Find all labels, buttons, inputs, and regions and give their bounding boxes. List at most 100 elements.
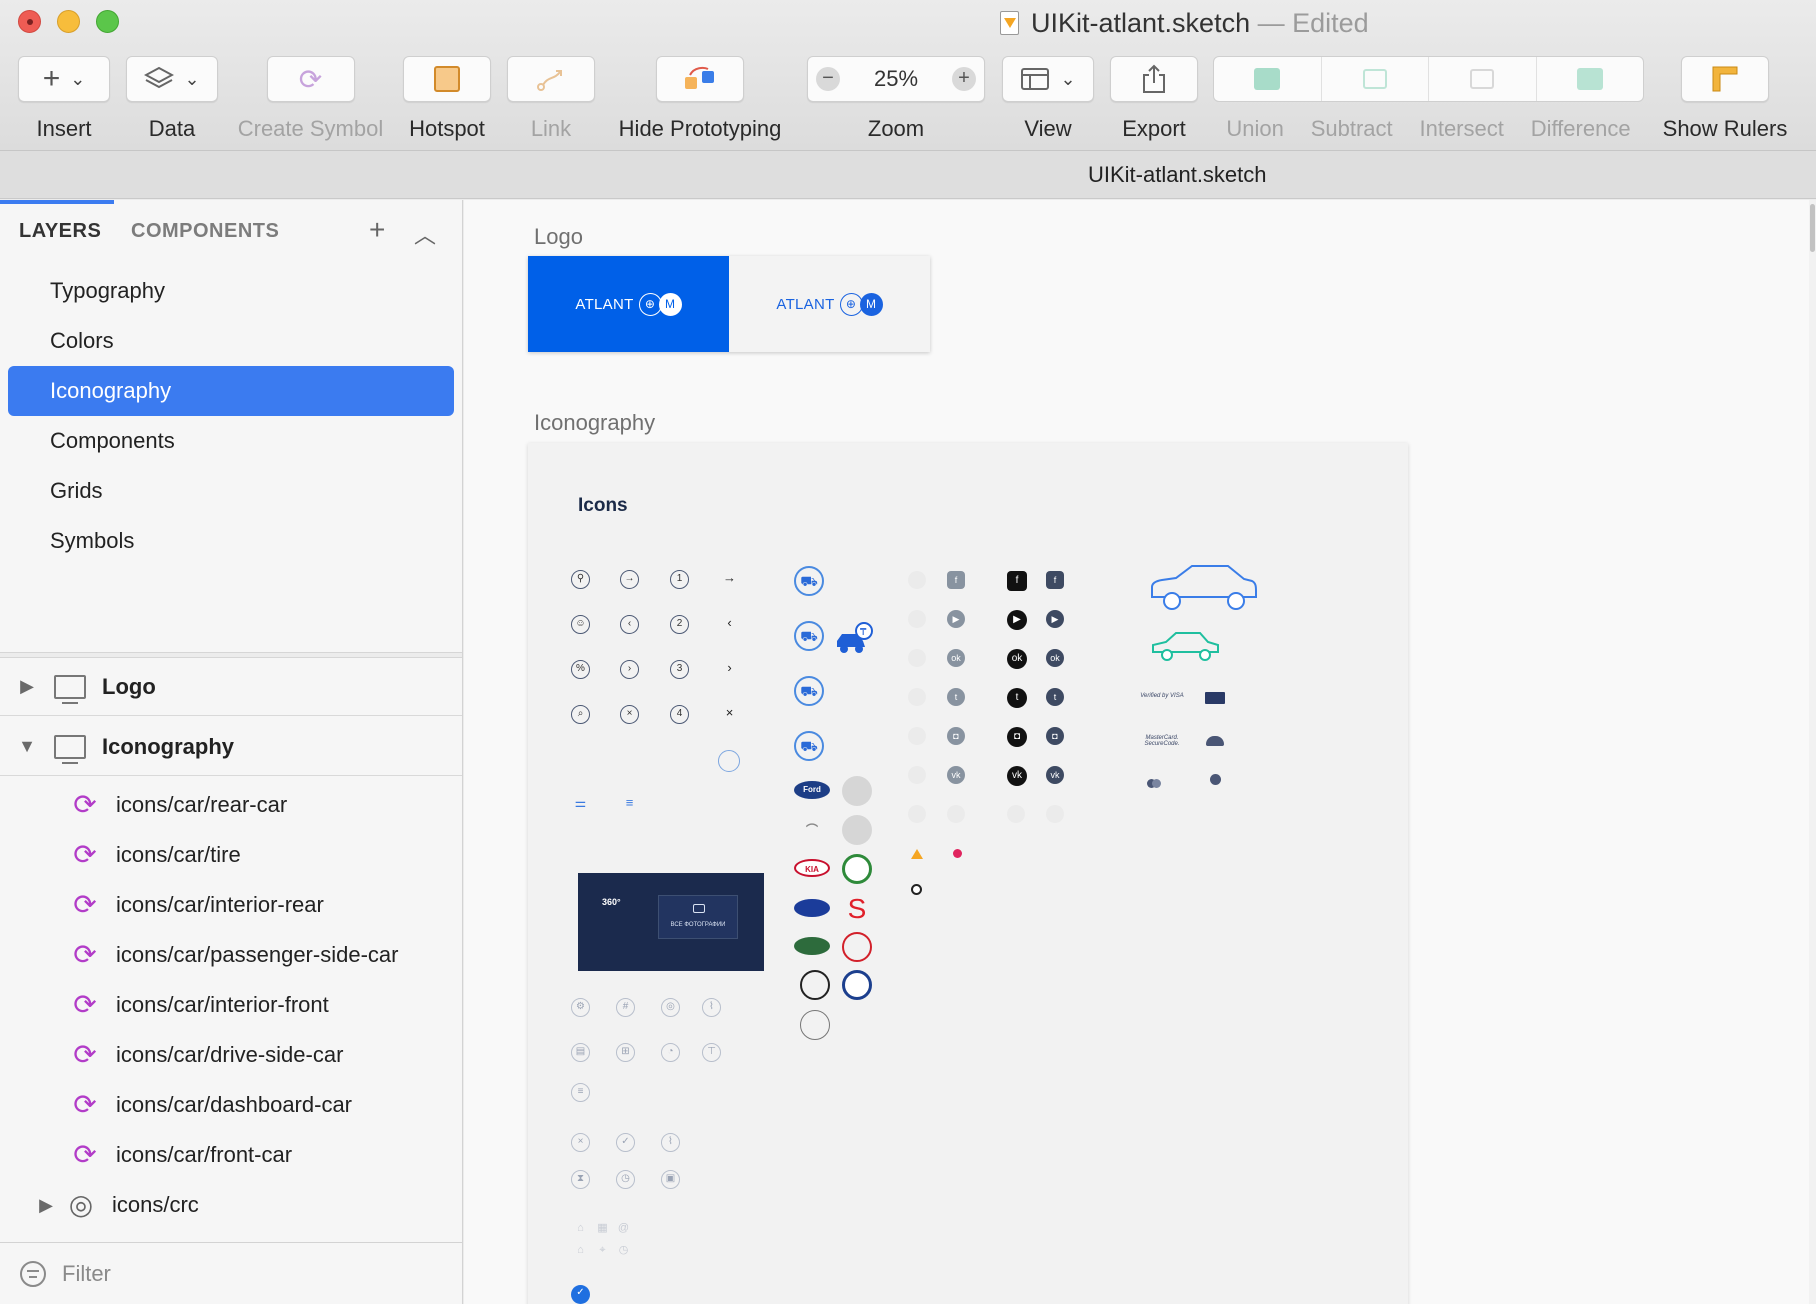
layer-row[interactable]: ⟳ icons/car/dashboard-car: [0, 1080, 462, 1130]
oil-can-icon[interactable]: ⌇: [702, 998, 721, 1017]
map-pin-icon[interactable]: ⌖: [593, 1242, 612, 1261]
vk-black-icon[interactable]: vk: [1007, 766, 1027, 786]
odnoklassniki-black-icon[interactable]: ok: [1007, 649, 1027, 669]
tab-layers[interactable]: LAYERS: [19, 220, 101, 243]
fuel-icon[interactable]: ▤: [571, 1043, 590, 1062]
layer-row[interactable]: ⟳ icons/car/interior-front: [0, 980, 462, 1030]
facebook-grey-icon[interactable]: f: [947, 571, 965, 589]
layer-row[interactable]: ⟳ icons/car/rear-car: [0, 780, 462, 830]
facebook-black-icon[interactable]: f: [1007, 571, 1027, 591]
zoom-out-icon[interactable]: −: [816, 67, 840, 91]
data-tool[interactable]: ⌄ Data: [126, 56, 218, 142]
wrench-icon[interactable]: ⚲: [571, 570, 590, 589]
document-tab-title[interactable]: UIKit-atlant.sketch: [1088, 151, 1267, 199]
design-canvas[interactable]: Logo ATLANT ⊕ M ATLANT ⊕ M Iconography Ico…: [464, 200, 1816, 1304]
layer-artboard-iconography[interactable]: ▼ Iconography: [0, 718, 462, 776]
data-button[interactable]: ⌄: [126, 56, 218, 102]
home-icon[interactable]: ⌂: [571, 1220, 590, 1239]
close-circle-icon[interactable]: ×: [620, 705, 639, 724]
hotspot-tool[interactable]: Hotspot: [403, 56, 491, 142]
logo-light-variant[interactable]: ATLANT ⊕ M: [729, 256, 930, 352]
youtube-black-icon[interactable]: ▶: [1007, 610, 1027, 630]
empty-circle-icon[interactable]: [718, 750, 740, 772]
toyota-logo[interactable]: [842, 932, 872, 962]
check-circle-icon[interactable]: ✓: [616, 1133, 635, 1152]
number-four-icon[interactable]: 4: [670, 705, 689, 724]
percent-icon[interactable]: %: [571, 660, 590, 679]
zoom-value[interactable]: 25%: [874, 66, 918, 92]
chevron-right-icon[interactable]: ›: [720, 660, 739, 679]
kia-logo[interactable]: KIA: [794, 859, 830, 877]
instagram-black-icon[interactable]: ◘: [1007, 727, 1027, 747]
show-rulers-button[interactable]: [1681, 56, 1769, 102]
create-symbol-tool[interactable]: ⟳ Create Symbol: [233, 56, 388, 142]
hide-prototyping-tool[interactable]: Hide Prototyping: [609, 56, 791, 142]
artboard-logo[interactable]: ATLANT ⊕ M ATLANT ⊕ M: [528, 256, 930, 352]
lada-logo[interactable]: [794, 899, 830, 917]
youtube-dark-icon[interactable]: ▶: [1046, 610, 1064, 628]
search-icon[interactable]: ⌕: [571, 705, 590, 724]
union-button[interactable]: [1214, 57, 1322, 101]
document-icon[interactable]: ≡: [571, 1083, 590, 1102]
artboard-label-iconography[interactable]: Iconography: [534, 410, 655, 436]
odnoklassniki-dark-icon[interactable]: ok: [1046, 649, 1064, 667]
subtract-button[interactable]: [1322, 57, 1429, 101]
mazda-logo[interactable]: [800, 1010, 830, 1040]
artboard-iconography[interactable]: Icons ⚲ ☺ % ⌕ → ‹ › × 1 2 3 4 → ‹ › × ⚌ …: [528, 443, 1408, 1304]
filter-input-placeholder[interactable]: Filter: [62, 1261, 111, 1287]
arrow-right-icon[interactable]: →: [720, 570, 739, 589]
page-item-typography[interactable]: Typography: [8, 266, 454, 316]
vk-grey-icon[interactable]: vk: [947, 766, 965, 784]
jaguar-logo[interactable]: ⌒: [794, 821, 830, 839]
cancel-circle-icon[interactable]: ×: [571, 1133, 590, 1152]
close-window-button[interactable]: [18, 10, 41, 33]
artboard-label-logo[interactable]: Logo: [534, 224, 583, 250]
hide-prototyping-button[interactable]: [656, 56, 744, 102]
brand-placeholder-circle[interactable]: [842, 815, 872, 845]
radio-selected-icon[interactable]: [911, 884, 922, 895]
canvas-scrollbar[interactable]: [1809, 200, 1816, 1304]
chevron-right-circle-icon[interactable]: ›: [620, 660, 639, 679]
land-rover-logo[interactable]: [794, 937, 830, 955]
all-photos-button[interactable]: ВСЕ ФОТОГРАФИИ: [658, 895, 738, 939]
number-one-icon[interactable]: 1: [670, 570, 689, 589]
difference-button[interactable]: [1537, 57, 1644, 101]
youtube-grey-icon[interactable]: ▶: [947, 610, 965, 628]
odnoklassniki-light-icon[interactable]: [908, 649, 926, 667]
close-icon[interactable]: ×: [720, 705, 739, 724]
layer-row[interactable]: ⟳ icons/car/front-car: [0, 1130, 462, 1180]
car-service-icon[interactable]: ⛟: [794, 676, 824, 706]
twitter-grey-icon[interactable]: t: [947, 688, 965, 706]
user-icon[interactable]: ☺: [571, 615, 590, 634]
hourglass-icon[interactable]: ⧗: [571, 1170, 590, 1189]
layer-row[interactable]: ⟳ icons/car/drive-side-car: [0, 1030, 462, 1080]
link-tool[interactable]: Link: [507, 56, 595, 142]
zoom-window-button[interactable]: [96, 10, 119, 33]
car-service-icon[interactable]: ⛟: [794, 566, 824, 596]
at-sign-icon[interactable]: @: [614, 1220, 633, 1239]
logo-dark-variant[interactable]: ATLANT ⊕ M: [528, 256, 729, 352]
steering-wheel-icon[interactable]: ◎: [661, 998, 680, 1017]
show-rulers-tool[interactable]: Show Rulers: [1660, 56, 1790, 142]
time-icon[interactable]: ◷: [614, 1242, 633, 1261]
checkbox-checked-icon[interactable]: ✓: [571, 1285, 590, 1304]
tab-components[interactable]: COMPONENTS: [131, 220, 279, 243]
car-outline-blue-icon[interactable]: [1148, 561, 1260, 613]
layer-row[interactable]: ⟳ icons/car/interior-rear: [0, 880, 462, 930]
export-button[interactable]: [1110, 56, 1198, 102]
youtube-light-icon[interactable]: [908, 610, 926, 628]
drivetrain-icon[interactable]: ⊞: [616, 1043, 635, 1062]
whatsapp-light-icon[interactable]: [1007, 805, 1025, 823]
intersect-button[interactable]: [1429, 57, 1537, 101]
vk-dark-icon[interactable]: vk: [1046, 766, 1064, 784]
gearbox-icon[interactable]: #: [616, 998, 635, 1017]
scrollbar-thumb[interactable]: [1810, 204, 1815, 252]
number-two-icon[interactable]: 2: [670, 615, 689, 634]
arrow-right-circle-icon[interactable]: →: [620, 570, 639, 589]
facebook-dark-icon[interactable]: f: [1046, 571, 1064, 589]
disclosure-down-icon[interactable]: ▼: [0, 736, 54, 757]
zoom-tool[interactable]: − 25% + Zoom: [807, 56, 985, 142]
page-item-symbols[interactable]: Symbols: [8, 516, 454, 566]
skoda-logo[interactable]: [842, 854, 872, 884]
disclosure-right-icon[interactable]: ▶: [26, 1195, 66, 1216]
